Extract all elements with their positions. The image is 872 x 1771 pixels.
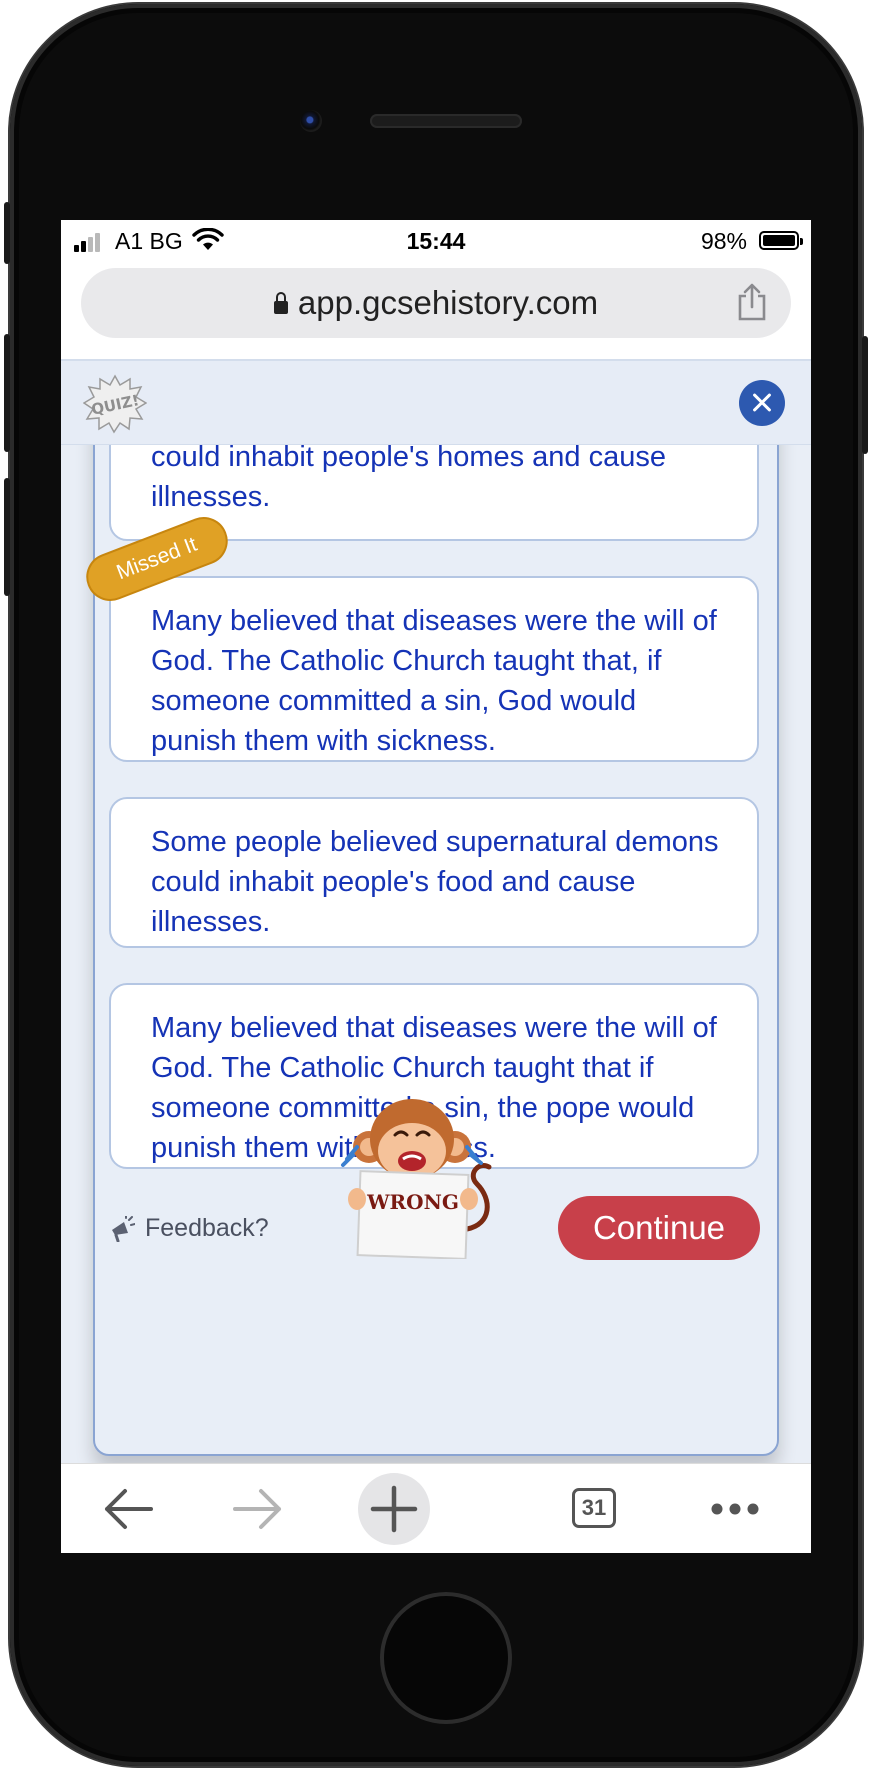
new-tab-plus-icon[interactable] (354, 1464, 434, 1553)
continue-button[interactable]: Continue (558, 1196, 760, 1260)
camera-icon (300, 110, 322, 132)
back-arrow-icon[interactable] (89, 1464, 169, 1553)
quiz-logo-icon: QUIZ! (83, 374, 147, 434)
address-bar[interactable]: app.gcsehistory.com (81, 268, 791, 338)
more-menu-icon[interactable] (695, 1464, 775, 1553)
share-icon[interactable] (735, 282, 769, 322)
volume-down-button (4, 478, 10, 596)
answer-option-correct[interactable]: Many believed that diseases were the wil… (109, 576, 759, 762)
battery-percent: 98% (700, 228, 747, 254)
answer-text: Some people believed supernatural demons… (151, 826, 719, 938)
quiz-view: QUIZ! Some people believed supernatural … (61, 359, 811, 1464)
mute-switch (4, 202, 10, 264)
speaker-grill (370, 114, 522, 128)
answer-option[interactable]: Some people believed supernatural demons… (109, 797, 759, 948)
feedback-label: Feedback? (145, 1214, 269, 1242)
url-text: app.gcsehistory.com (297, 284, 599, 321)
close-quiz-button[interactable] (739, 380, 785, 426)
answer-text: Many believed that diseases were the wil… (151, 605, 717, 757)
status-time: 15:44 (406, 228, 466, 254)
power-button (862, 336, 868, 454)
forward-arrow-icon[interactable] (217, 1464, 297, 1553)
home-button[interactable] (380, 1592, 512, 1724)
browser-toolbar: 31 (61, 1463, 811, 1553)
battery-icon (759, 231, 803, 250)
tab-count-button[interactable]: 31 (572, 1488, 616, 1528)
address-url[interactable]: app.gcsehistory.com (81, 268, 791, 338)
status-bar: A1 BG 15:44 98% (61, 220, 811, 260)
volume-up-button (4, 334, 10, 452)
lock-icon (273, 292, 288, 314)
quiz-header: QUIZ! (61, 359, 811, 445)
wrong-monkey-icon: WRONG (341, 1099, 492, 1259)
phone-screen: A1 BG 15:44 98% app.gcsehistory.com QUIZ… (61, 220, 811, 1553)
megaphone-icon (112, 1216, 135, 1242)
wrong-sign-text: WRONG (366, 1190, 459, 1214)
